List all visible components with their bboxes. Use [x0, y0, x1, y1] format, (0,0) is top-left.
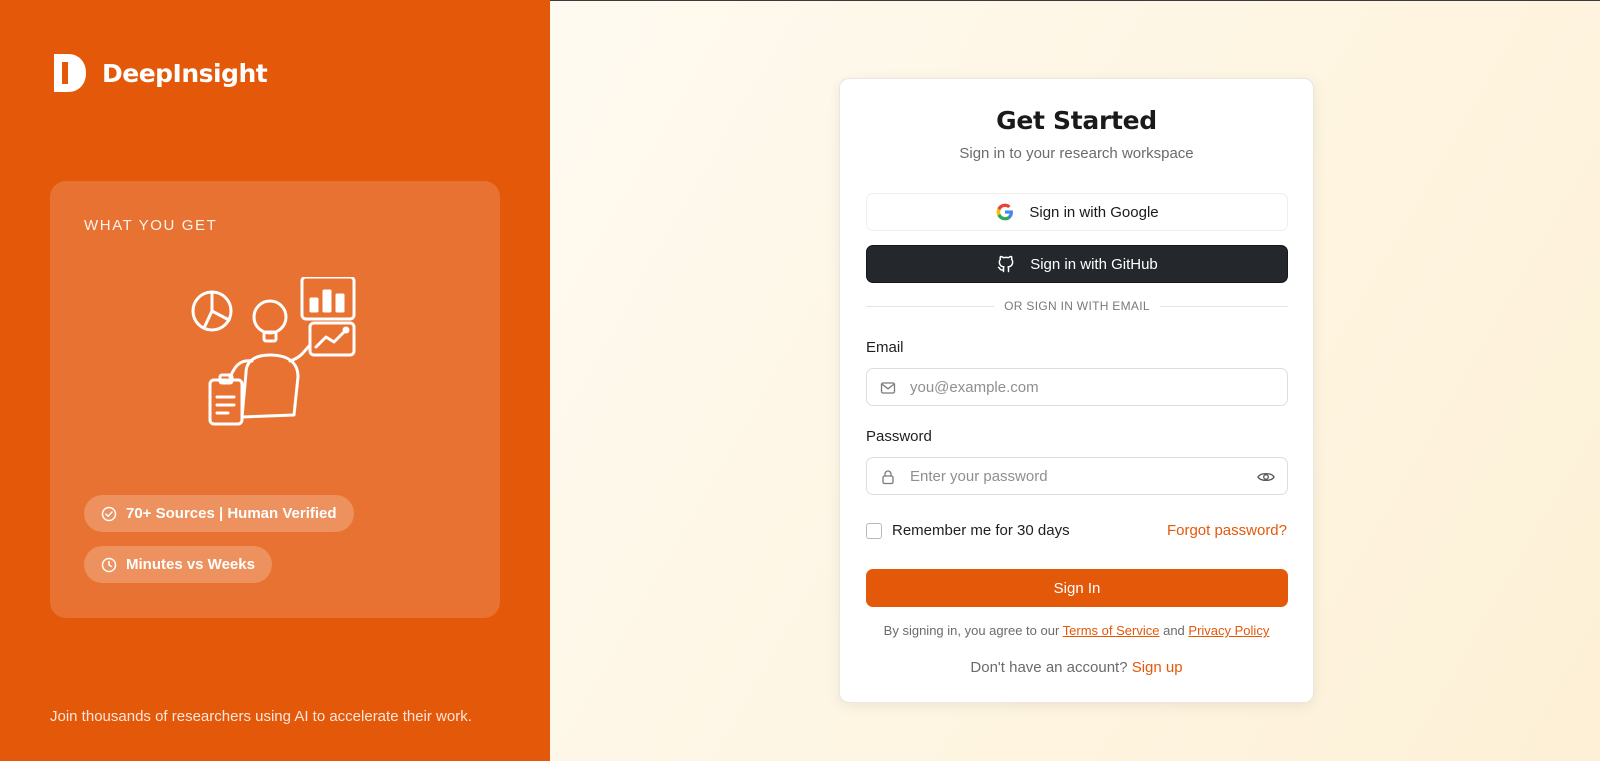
login-title: Get Started [996, 106, 1157, 135]
google-signin-button[interactable]: Sign in with Google [866, 193, 1288, 231]
feature-pill-speed: Minutes vs Weeks [84, 546, 272, 583]
brand-logo[interactable]: DeepInsight [54, 54, 268, 92]
password-label: Password [866, 428, 932, 445]
feature-card-title: WHAT YOU GET [84, 217, 218, 234]
google-signin-label: Sign in with Google [1029, 203, 1159, 221]
email-divider: OR SIGN IN WITH EMAIL [866, 298, 1288, 314]
divider-line [866, 305, 995, 307]
divider-text: OR SIGN IN WITH EMAIL [1004, 299, 1150, 313]
terms-and: and [1159, 623, 1189, 638]
signin-button[interactable]: Sign In [866, 569, 1288, 607]
left-panel: DeepInsight WHAT YOU GET 70+ Sources | H… [0, 0, 550, 761]
google-icon [997, 203, 1014, 221]
divider-line [1159, 305, 1288, 307]
email-label: Email [866, 339, 904, 356]
feature-pill-label: Minutes vs Weeks [126, 556, 255, 573]
login-subtitle: Sign in to your research workspace [959, 145, 1194, 162]
signup-link[interactable]: Sign up [1132, 659, 1183, 676]
remember-me: Remember me for 30 days [866, 522, 1070, 539]
brand-name: DeepInsight [102, 58, 268, 88]
feature-card: WHAT YOU GET 70+ Sources | Human Verifie… [50, 181, 500, 618]
deepinsight-logo-icon [54, 54, 86, 92]
password-field-wrapper [866, 457, 1288, 495]
lock-icon [882, 470, 894, 485]
check-circle-icon [101, 506, 117, 521]
remember-me-checkbox[interactable] [866, 522, 882, 539]
github-signin-button[interactable]: Sign in with GitHub [866, 245, 1288, 283]
email-field-wrapper [866, 368, 1288, 406]
github-icon [997, 255, 1014, 273]
remember-me-label: Remember me for 30 days [892, 522, 1070, 539]
github-signin-label: Sign in with GitHub [1030, 255, 1158, 273]
clock-icon [101, 557, 117, 572]
terms-of-service-link[interactable]: Terms of Service [1063, 623, 1160, 638]
research-illustration-icon [191, 277, 356, 426]
left-footer-tagline: Join thousands of researchers using AI t… [50, 708, 472, 725]
feature-pill-label: 70+ Sources | Human Verified [126, 505, 337, 522]
signin-button-label: Sign In [1053, 579, 1101, 597]
signup-prompt: Don't have an account? Sign up [840, 659, 1313, 676]
signup-prefix: Don't have an account? [970, 659, 1132, 676]
mail-icon [880, 382, 896, 394]
eye-icon[interactable] [1257, 469, 1275, 485]
feature-pill-sources: 70+ Sources | Human Verified [84, 495, 354, 532]
password-input[interactable] [910, 458, 1250, 494]
privacy-policy-link[interactable]: Privacy Policy [1188, 623, 1269, 638]
login-card: Get Started Sign in to your research wor… [839, 78, 1314, 703]
email-input[interactable] [910, 369, 1250, 405]
terms-prefix: By signing in, you agree to our [883, 623, 1063, 638]
terms-notice: By signing in, you agree to our Terms of… [840, 623, 1313, 638]
forgot-password-link[interactable]: Forgot password? [1167, 522, 1287, 539]
